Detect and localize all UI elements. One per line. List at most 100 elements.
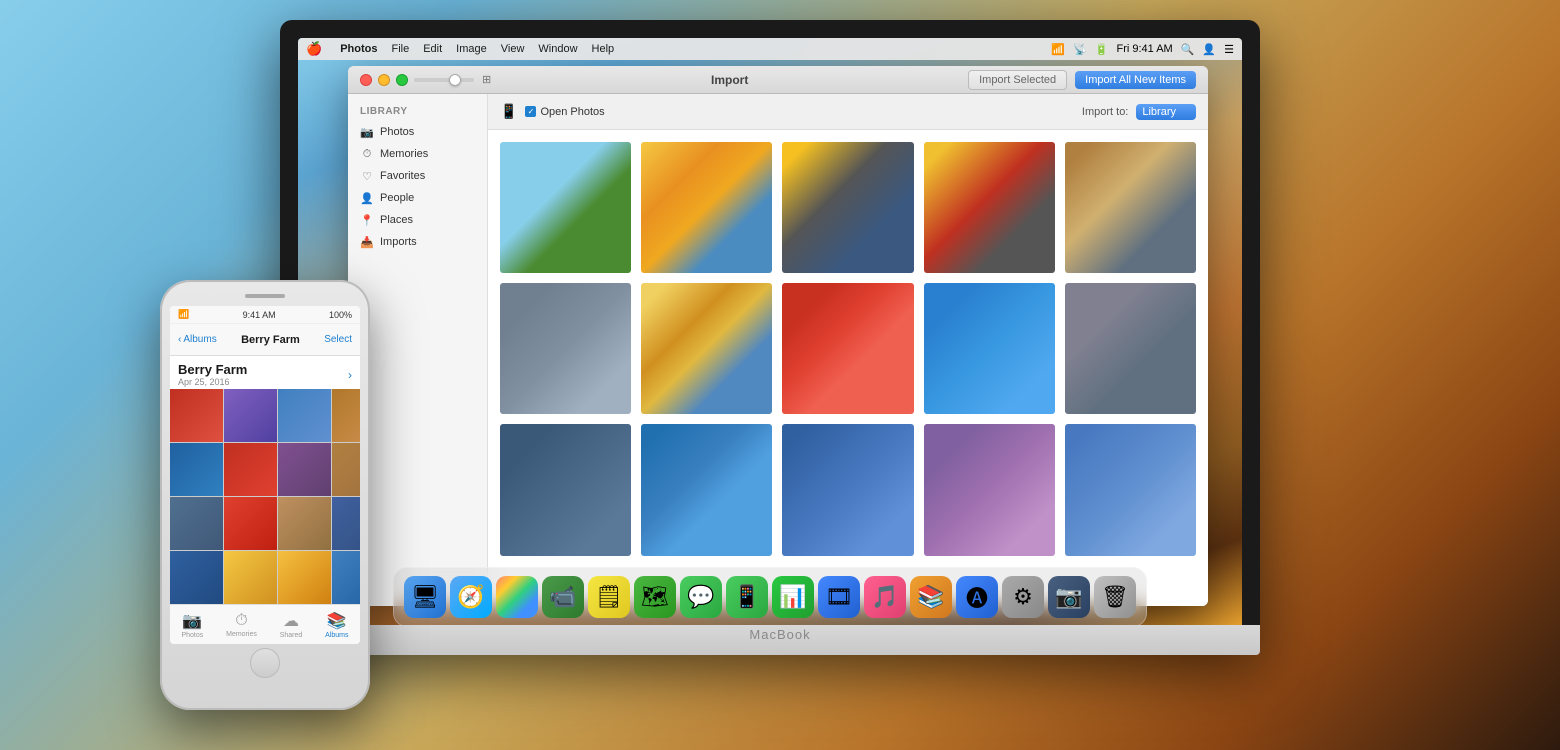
apple-menu-icon[interactable]: 🍎: [306, 41, 322, 57]
menubar: 🍎 Photos File Edit Image View Window Hel…: [298, 38, 1242, 60]
window-titlebar: ⊞ Import Import Selected Import All New …: [348, 66, 1208, 94]
photo-thumb-1[interactable]: [500, 142, 631, 273]
macbook-label: MacBook: [749, 627, 810, 642]
sidebar-item-memories[interactable]: ⏱ Memories: [348, 143, 487, 165]
grid-view-icon[interactable]: ⊞: [482, 73, 491, 86]
dock-icon-facetime[interactable]: 📹: [542, 576, 584, 618]
photo-thumb-3[interactable]: [782, 142, 913, 273]
dock-icon-settings[interactable]: ⚙: [1002, 576, 1044, 618]
close-button[interactable]: [360, 74, 372, 86]
import-to-select[interactable]: Library: [1136, 104, 1196, 120]
dock-icon-appstore[interactable]: 🅐: [956, 576, 998, 618]
iphone-tab-shared[interactable]: ☁ Shared: [280, 611, 303, 639]
photo-thumb-12[interactable]: [641, 424, 772, 555]
dock-icon-ibooks[interactable]: 📚: [910, 576, 952, 618]
iphone-status-bar: 📶 9:41 AM 100%: [170, 306, 360, 324]
dock-icon-notes[interactable]: 🗒: [588, 576, 630, 618]
airplay-icon[interactable]: 📡: [1073, 43, 1087, 56]
sidebar-label-people: People: [380, 192, 414, 204]
iphone-carrier: 📶: [178, 309, 189, 320]
iphone-thumb-7[interactable]: [278, 443, 331, 496]
menubar-edit[interactable]: Edit: [423, 43, 442, 55]
dock-icon-safari[interactable]: 🧭: [450, 576, 492, 618]
menubar-view[interactable]: View: [501, 43, 525, 55]
iphone-tab-memories[interactable]: ⏱ Memories: [226, 612, 257, 638]
import-selected-button[interactable]: Import Selected: [968, 70, 1067, 90]
menubar-image[interactable]: Image: [456, 43, 487, 55]
iphone-thumb-6[interactable]: [224, 443, 277, 496]
sidebar-label-memories: Memories: [380, 148, 428, 160]
user-icon[interactable]: 👤: [1202, 43, 1216, 56]
battery-icon[interactable]: 🔋: [1095, 43, 1109, 56]
wifi-icon[interactable]: 📶: [1051, 43, 1065, 56]
import-all-button[interactable]: Import All New Items: [1075, 71, 1196, 89]
minimize-button[interactable]: [378, 74, 390, 86]
iphone-back-button[interactable]: ‹ Albums: [178, 334, 217, 345]
iphone-thumb-16[interactable]: [332, 551, 360, 604]
dock-icon-messages[interactable]: 💬: [680, 576, 722, 618]
photo-grid[interactable]: [488, 130, 1208, 606]
dock-icon-keynote[interactable]: 🎞: [818, 576, 860, 618]
window-content: Library 📷 Photos ⏱ Memories ♡ Favorites: [348, 94, 1208, 606]
dock-icon-trash[interactable]: 🗑: [1094, 576, 1136, 618]
iphone-tab-albums[interactable]: 📚 Albums: [325, 611, 348, 639]
iphone-tab-shared-label: Shared: [280, 632, 303, 639]
iphone-thumb-3[interactable]: [278, 389, 331, 442]
iphone-thumb-15[interactable]: [278, 551, 331, 604]
photo-thumb-15[interactable]: [1065, 424, 1196, 555]
iphone-thumb-9[interactable]: [170, 497, 223, 550]
menubar-window[interactable]: Window: [538, 43, 577, 55]
photo-thumb-8[interactable]: [782, 283, 913, 414]
photo-thumb-7[interactable]: [641, 283, 772, 414]
photo-thumb-10[interactable]: [1065, 283, 1196, 414]
photo-thumb-5[interactable]: [1065, 142, 1196, 273]
dock-icon-finder[interactable]: 🖥: [404, 576, 446, 618]
iphone-select-button[interactable]: Select: [324, 334, 352, 345]
photo-thumb-4[interactable]: [924, 142, 1055, 273]
dock-icon-itunes[interactable]: 🎵: [864, 576, 906, 618]
photo-thumb-6[interactable]: [500, 283, 631, 414]
iphone-tab-shared-icon: ☁: [283, 611, 299, 631]
photo-thumb-14[interactable]: [924, 424, 1055, 555]
iphone-thumb-4[interactable]: [332, 389, 360, 442]
open-photos-checkbox[interactable]: ✓: [525, 106, 536, 117]
sidebar-item-imports[interactable]: 📥 Imports: [348, 231, 487, 253]
iphone-tab-photos[interactable]: 📷 Photos: [181, 611, 203, 639]
menubar-file[interactable]: File: [391, 43, 409, 55]
sidebar-item-people[interactable]: 👤 People: [348, 187, 487, 209]
iphone-thumb-12[interactable]: [332, 497, 360, 550]
menu-icon[interactable]: ☰: [1224, 43, 1234, 56]
photo-thumb-11[interactable]: [500, 424, 631, 555]
iphone-album-chevron[interactable]: ›: [348, 368, 352, 382]
open-photos-checkbox-label[interactable]: ✓ Open Photos: [525, 106, 604, 118]
iphone-thumb-14[interactable]: [224, 551, 277, 604]
iphone-thumb-11[interactable]: [278, 497, 331, 550]
iphone-thumb-13[interactable]: [170, 551, 223, 604]
sidebar-label-places: Places: [380, 214, 413, 226]
photo-thumb-13[interactable]: [782, 424, 913, 555]
search-icon[interactable]: 🔍: [1181, 43, 1195, 56]
dock-icon-camera[interactable]: 📷: [1048, 576, 1090, 618]
iphone-thumb-1[interactable]: [170, 389, 223, 442]
menubar-help[interactable]: Help: [592, 43, 615, 55]
iphone-thumb-8[interactable]: [332, 443, 360, 496]
photo-thumb-2[interactable]: [641, 142, 772, 273]
sidebar-item-favorites[interactable]: ♡ Favorites: [348, 165, 487, 187]
sidebar-item-photos[interactable]: 📷 Photos: [348, 121, 487, 143]
dock-icon-imessage[interactable]: 📱: [726, 576, 768, 618]
sidebar-item-places[interactable]: 📍 Places: [348, 209, 487, 231]
dock-icon-maps[interactable]: 🗺: [634, 576, 676, 618]
menubar-app-name[interactable]: Photos: [340, 43, 377, 55]
iphone-thumb-2[interactable]: [224, 389, 277, 442]
iphone-thumb-10[interactable]: [224, 497, 277, 550]
iphone-thumb-5[interactable]: [170, 443, 223, 496]
laptop-screen: 🍎 Photos File Edit Image View Window Hel…: [298, 38, 1242, 632]
iphone-home-button[interactable]: [250, 648, 280, 678]
zoom-slider[interactable]: [414, 78, 474, 82]
dock-icon-photos[interactable]: [496, 576, 538, 618]
laptop-screen-frame: 🍎 Photos File Edit Image View Window Hel…: [280, 20, 1260, 650]
maximize-button[interactable]: [396, 74, 408, 86]
zoom-slider-thumb: [449, 74, 461, 86]
photo-thumb-9[interactable]: [924, 283, 1055, 414]
dock-icon-numbers[interactable]: 📊: [772, 576, 814, 618]
